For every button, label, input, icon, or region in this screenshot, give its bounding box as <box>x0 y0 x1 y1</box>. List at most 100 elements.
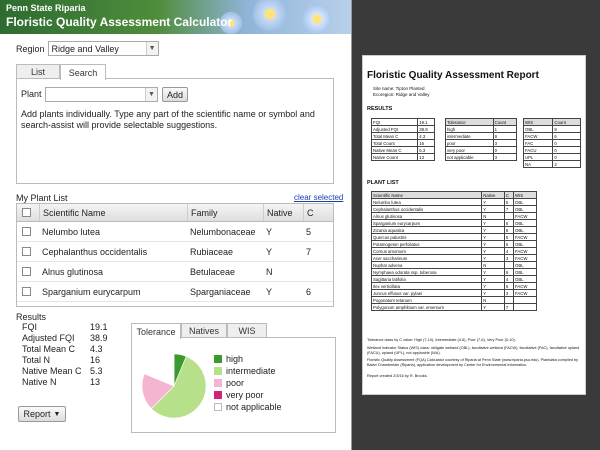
tab-natives[interactable]: Natives <box>181 323 227 338</box>
report-cell: Nymphaea odorata ssp. tuberosa <box>370 268 483 276</box>
report-table-row: Native Count 13 <box>370 153 435 161</box>
result-label: FQI <box>22 322 37 332</box>
report-cell: Nelumbo lutea <box>370 198 483 206</box>
tolerance-chart-panel: high intermediate poor very poor not applica… <box>131 337 336 433</box>
report-cell: N <box>481 296 505 304</box>
report-cell: OBL <box>512 205 538 213</box>
col-c[interactable]: C <box>303 204 333 221</box>
plant-name: Alnus glutinosa <box>42 266 104 277</box>
report-site-name: Site name: Tipton Planted <box>373 86 425 91</box>
chevron-down-icon: ▼ <box>53 410 61 418</box>
table-row[interactable]: Nelumbo lutea Nelumbonaceae Y 5 <box>17 222 333 242</box>
plant-input[interactable]: ▼ <box>45 87 158 102</box>
report-note: Floristic Quality Assessment (FQA) Calcu… <box>367 358 579 367</box>
region-select[interactable]: Ridge and Valley ▼ <box>47 41 159 56</box>
col-family[interactable]: Family <box>187 204 263 221</box>
legend-item: intermediate <box>214 366 276 376</box>
report-table-row: Juncus effusus var. pylaei Y 3 FACW <box>370 289 538 297</box>
col-scientific-name[interactable]: Scientific Name <box>39 204 187 221</box>
report-cell: Acer saccharinum <box>370 254 483 262</box>
report-table-row: FACW 6 <box>522 132 581 140</box>
report-cell: Native Count <box>370 153 419 161</box>
plant-native: N <box>266 266 273 277</box>
plant-table: Scientific Name Family Native C Nelumbo … <box>16 203 334 307</box>
tab-wis[interactable]: WIS <box>227 323 267 338</box>
tab-list[interactable]: List <box>16 64 60 79</box>
table-row[interactable]: Sparganium eurycarpum Sparganiaceae Y 6 <box>17 282 333 302</box>
report-cell: Y <box>481 275 505 283</box>
result-value: 13 <box>90 377 101 387</box>
row-checkbox[interactable] <box>22 247 31 256</box>
col-native[interactable]: Native <box>263 204 303 221</box>
legend-item: poor <box>214 378 244 388</box>
row-checkbox[interactable] <box>22 227 31 236</box>
report-cell: 3 <box>492 153 518 161</box>
tab-search[interactable]: Search <box>60 64 106 80</box>
report-table-row: Nuphar advena N OBL <box>370 261 538 269</box>
report-cell: NA <box>522 160 554 168</box>
report-cell: FACW <box>512 282 538 290</box>
report-cell: 1 <box>492 125 518 133</box>
chevron-down-icon[interactable]: ▼ <box>145 42 158 55</box>
table-row[interactable]: Zizania aquaticaPoaceaeY8 <box>17 302 333 306</box>
add-button[interactable]: Add <box>162 87 188 102</box>
report-button[interactable]: Report ▼ <box>18 406 66 422</box>
report-cell: Quercus palustris <box>370 233 483 241</box>
report-cell: OBL <box>512 198 538 206</box>
report-cell: Zizania aquatica <box>370 226 483 234</box>
report-cell: FACU <box>522 146 554 154</box>
report-cell: N <box>481 261 505 269</box>
report-cell: Y <box>481 254 505 262</box>
plant-list-title: My Plant List <box>16 193 68 203</box>
clear-selected-link[interactable]: clear selected <box>294 193 343 202</box>
legend-swatch <box>214 403 222 411</box>
report-table-header: WIS Count <box>522 118 581 126</box>
report-header-cell: Tolerance <box>445 118 494 126</box>
result-value: 38.9 <box>90 333 108 343</box>
report-cell <box>503 296 514 304</box>
plant-name: Sparganium eurycarpum <box>42 286 141 297</box>
report-cell: Alnus glutinosa <box>370 212 483 220</box>
row-checkbox[interactable] <box>22 287 31 296</box>
report-table-row: Nelumbo lutea Y 5 OBL <box>370 198 538 206</box>
report-cell: 3 <box>503 289 514 297</box>
plant-family: Betulaceae <box>190 266 236 277</box>
tab-tolerance[interactable]: Tolerance <box>131 323 181 339</box>
report-cell <box>503 261 514 269</box>
report-cell <box>503 212 514 220</box>
select-all-checkbox[interactable] <box>22 208 31 217</box>
report-table-row: Acer saccharinum Y 3 FACW <box>370 254 538 262</box>
plant-c-value: 6 <box>306 286 312 297</box>
result-label: Native Mean C <box>22 366 82 376</box>
report-table-header: Tolerance Count <box>445 118 518 126</box>
table-row[interactable]: Cephalanthus occidentalis Rubiaceae Y 7 <box>17 242 333 262</box>
report-cell: OBL <box>512 268 538 276</box>
report-table-row: Polygonum amphibium var. emersum Y 7 <box>370 303 538 311</box>
chevron-down-icon[interactable]: ▼ <box>145 88 157 101</box>
legend-label: very poor <box>226 390 264 400</box>
report-header-cell: WIS <box>512 191 538 199</box>
report-cell: 5 <box>503 198 514 206</box>
row-checkbox[interactable] <box>22 267 31 276</box>
report-cell: 0 <box>552 146 581 154</box>
report-cell: Cephalanthus occidentalis <box>370 205 483 213</box>
report-cell: 19.1 <box>417 118 435 126</box>
result-label: Adjusted FQI <box>22 333 75 343</box>
report-table-row: Ilex verticillata Y 6 FACW <box>370 282 538 290</box>
report-table-row: Nymphaea odorata ssp. tuberosa Y 6 OBL <box>370 268 538 276</box>
legend-item: high <box>214 354 243 364</box>
report-cell: 3 <box>503 254 514 262</box>
report-table-row: FAC 0 <box>522 139 581 147</box>
report-cell: 8 <box>503 226 514 234</box>
table-row[interactable]: Alnus glutinosa Betulaceae N <box>17 262 333 282</box>
report-cell: 0 <box>552 139 581 147</box>
report-cell: Juncus effusus var. pylaei <box>370 289 483 297</box>
report-note: Wetland Indicator Status (WIS) class: ob… <box>367 346 580 355</box>
search-help-text: Add plants individually. Type any part o… <box>21 109 315 130</box>
report-ecoregion: Ecoregion: Ridge and Valley <box>373 92 430 97</box>
result-label: Native N <box>22 377 57 387</box>
legend-item: very poor <box>214 390 264 400</box>
search-panel: Plant ▼ Add Add plants individually. Typ… <box>16 78 334 184</box>
report-document: Floristic Quality Assessment Report Site… <box>362 55 586 395</box>
app-banner: Penn State Riparia Floristic Quality Ass… <box>0 0 351 34</box>
